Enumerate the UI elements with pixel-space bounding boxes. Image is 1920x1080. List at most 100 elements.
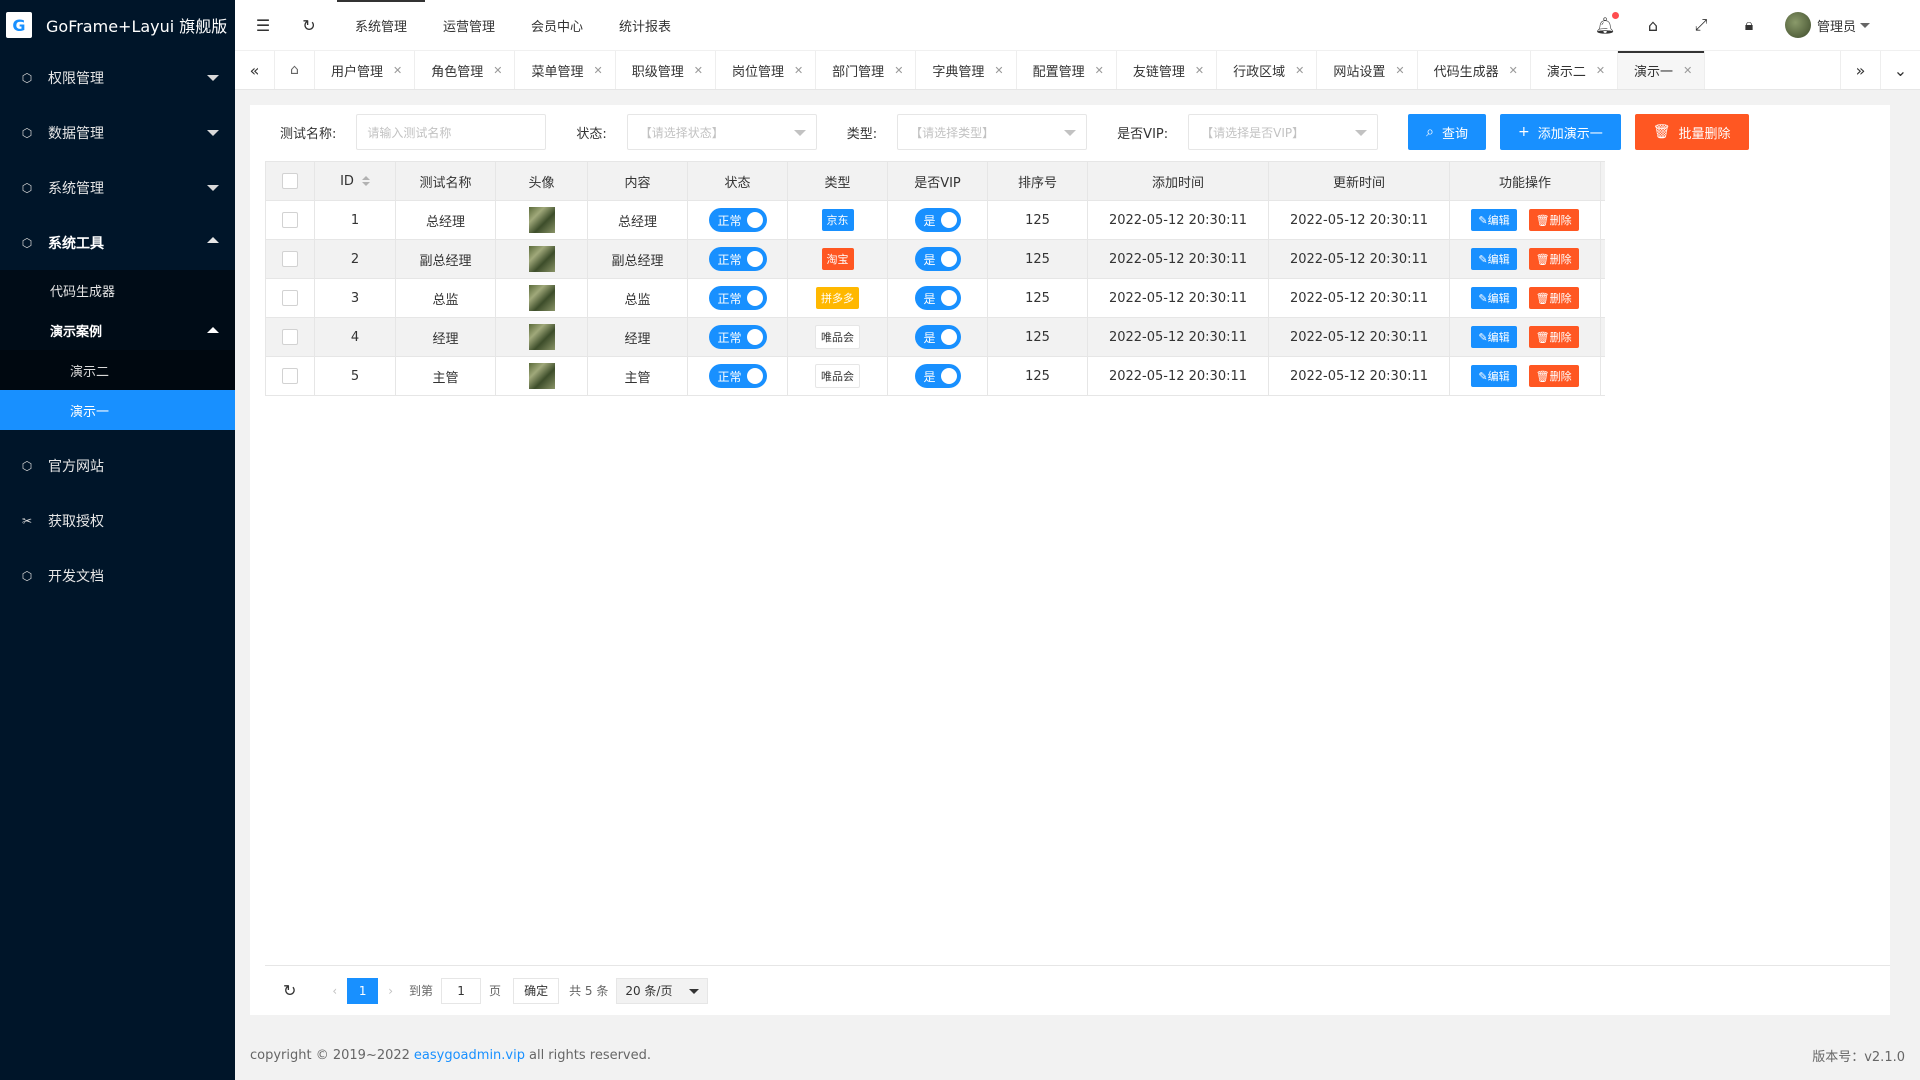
row-checkbox[interactable] [282, 368, 298, 384]
row-checkbox[interactable] [282, 290, 298, 306]
vip-toggle[interactable]: 是 [914, 325, 961, 349]
close-icon[interactable]: ✕ [794, 64, 803, 77]
sidebar-item[interactable]: ⬡ 系统管理 [0, 160, 235, 215]
tab[interactable]: 岗位管理 ✕ [716, 51, 817, 89]
tabs-scroll-left-icon[interactable]: « [235, 51, 275, 89]
tab[interactable]: 字典管理 ✕ [916, 51, 1017, 89]
search-button[interactable]: ⌕ 查询 [1408, 114, 1486, 150]
close-icon[interactable]: ✕ [1683, 64, 1692, 77]
status-toggle[interactable]: 正常 [708, 208, 767, 232]
row-checkbox[interactable] [282, 251, 298, 267]
sidebar-item-demo-cases[interactable]: 演示案例 [0, 310, 235, 350]
vip-toggle[interactable]: 是 [914, 208, 961, 232]
sidebar-item-demo2[interactable]: 演示二 [0, 350, 235, 390]
sidebar-item[interactable]: ✂ 获取授权 [0, 493, 235, 548]
avatar-thumbnail[interactable] [528, 285, 555, 311]
close-icon[interactable]: ✕ [694, 64, 703, 77]
avatar-thumbnail[interactable] [528, 324, 555, 350]
sort-icon[interactable] [361, 176, 370, 186]
tab[interactable]: 菜单管理 ✕ [515, 51, 616, 89]
goto-confirm-button[interactable]: 确定 [513, 977, 560, 1004]
edit-button[interactable]: ✎ 编辑 [1471, 326, 1517, 348]
column-header[interactable]: ID [315, 162, 396, 200]
sidebar-item[interactable]: ⬡ 数据管理 [0, 105, 235, 160]
prev-page-icon[interactable]: ‹ [332, 984, 337, 998]
page-size-select[interactable]: 20 条/页 [616, 977, 709, 1004]
close-icon[interactable]: ✕ [393, 64, 402, 77]
tab[interactable]: 友链管理 ✕ [1117, 51, 1218, 89]
tabs-scroll-right-icon[interactable]: » [1840, 51, 1880, 89]
bell-icon[interactable]: 🔔︎ [1593, 12, 1619, 37]
status-toggle[interactable]: 正常 [708, 364, 767, 388]
delete-button[interactable]: 🗑︎ 删除 [1528, 248, 1579, 270]
user-menu[interactable]: 管理员 [1784, 12, 1870, 38]
goto-page-input[interactable]: 1 [441, 977, 482, 1004]
add-button[interactable]: + 添加演示一 [1499, 114, 1621, 150]
edit-button[interactable]: ✎ 编辑 [1471, 248, 1517, 270]
app-logo[interactable]: G GoFrame+Layui 旗舰版 [0, 0, 235, 50]
tab[interactable]: 代码生成器 ✕ [1418, 51, 1531, 89]
site-link[interactable]: easygoadmin.vip [414, 1048, 525, 1063]
status-toggle[interactable]: 正常 [708, 286, 767, 310]
select-all-checkbox[interactable] [282, 173, 298, 189]
tab[interactable]: 配置管理 ✕ [1017, 51, 1117, 89]
close-icon[interactable]: ✕ [1095, 64, 1104, 77]
edit-button[interactable]: ✎ 编辑 [1471, 287, 1517, 309]
row-checkbox[interactable] [282, 329, 298, 345]
close-icon[interactable]: ✕ [1596, 64, 1605, 77]
tabs-dropdown-icon[interactable]: ⌄ [1880, 51, 1920, 89]
close-icon[interactable]: ✕ [1195, 64, 1204, 77]
status-toggle[interactable]: 正常 [708, 325, 767, 349]
vip-toggle[interactable]: 是 [914, 247, 961, 271]
tab[interactable]: 用户管理 ✕ [315, 51, 416, 89]
lock-icon[interactable]: 🔒︎ [1737, 13, 1761, 37]
avatar-thumbnail[interactable] [528, 207, 555, 233]
delete-button[interactable]: 🗑︎ 删除 [1528, 326, 1579, 348]
menu-fold-icon[interactable]: ☰ [251, 13, 275, 37]
delete-button[interactable]: 🗑︎ 删除 [1528, 209, 1579, 231]
top-nav-item[interactable]: 统计报表 [601, 0, 689, 50]
edit-button[interactable]: ✎ 编辑 [1471, 209, 1517, 231]
row-checkbox[interactable] [282, 212, 298, 228]
status-toggle[interactable]: 正常 [708, 247, 767, 271]
refresh-icon[interactable]: ↻ [297, 13, 321, 37]
close-icon[interactable]: ✕ [593, 64, 602, 77]
page-number-current[interactable]: 1 [347, 977, 379, 1004]
top-nav-item[interactable]: 会员中心 [513, 0, 601, 50]
avatar-thumbnail[interactable] [528, 363, 555, 389]
close-icon[interactable]: ✕ [1509, 64, 1518, 77]
sidebar-item[interactable]: ⬡ 官方网站 [0, 438, 235, 493]
sidebar-item-code-generator[interactable]: 代码生成器 [0, 270, 235, 310]
close-icon[interactable]: ✕ [493, 64, 502, 77]
avatar-thumbnail[interactable] [528, 246, 555, 272]
sidebar-item-demo1[interactable]: 演示一 [0, 390, 235, 430]
sidebar-item[interactable]: ⬡ 权限管理 [0, 50, 235, 105]
close-icon[interactable]: ✕ [894, 64, 903, 77]
fullscreen-icon[interactable]: ⤢ [1689, 13, 1713, 37]
tab[interactable]: 角色管理 ✕ [415, 51, 516, 89]
vip-toggle[interactable]: 是 [914, 286, 961, 310]
tab[interactable]: 部门管理 ✕ [816, 51, 917, 89]
top-nav-item[interactable]: 运营管理 [425, 0, 513, 50]
tab[interactable]: 网站设置 ✕ [1317, 51, 1418, 89]
edit-button[interactable]: ✎ 编辑 [1471, 365, 1517, 387]
top-nav-item[interactable]: 系统管理 [337, 0, 426, 50]
vip-toggle[interactable]: 是 [914, 364, 961, 388]
close-icon[interactable]: ✕ [1395, 64, 1404, 77]
vip-filter-select[interactable]: 【请选择是否VIP】 [1188, 114, 1379, 150]
tab[interactable]: 演示二 ✕ [1531, 51, 1619, 89]
home-icon[interactable]: ⌂ [275, 51, 315, 89]
batch-delete-button[interactable]: 🗑︎ 批量删除 [1634, 114, 1749, 150]
name-filter-input[interactable]: 请输入测试名称 [356, 114, 547, 150]
next-page-icon[interactable]: › [388, 984, 393, 998]
delete-button[interactable]: 🗑︎ 删除 [1528, 287, 1579, 309]
refresh-icon[interactable]: ↻ [283, 981, 296, 1000]
delete-button[interactable]: 🗑︎ 删除 [1528, 365, 1579, 387]
sidebar-item-system-tools[interactable]: ⬡ 系统工具 [0, 215, 235, 270]
tab[interactable]: 演示一 ✕ [1618, 51, 1706, 89]
status-filter-select[interactable]: 【请选择状态】 [626, 114, 817, 150]
tab[interactable]: 行政区域 ✕ [1217, 51, 1318, 89]
type-filter-select[interactable]: 【请选择类型】 [897, 114, 1088, 150]
tag-icon[interactable]: ⌂ [1641, 13, 1665, 37]
tab[interactable]: 职级管理 ✕ [616, 51, 716, 89]
